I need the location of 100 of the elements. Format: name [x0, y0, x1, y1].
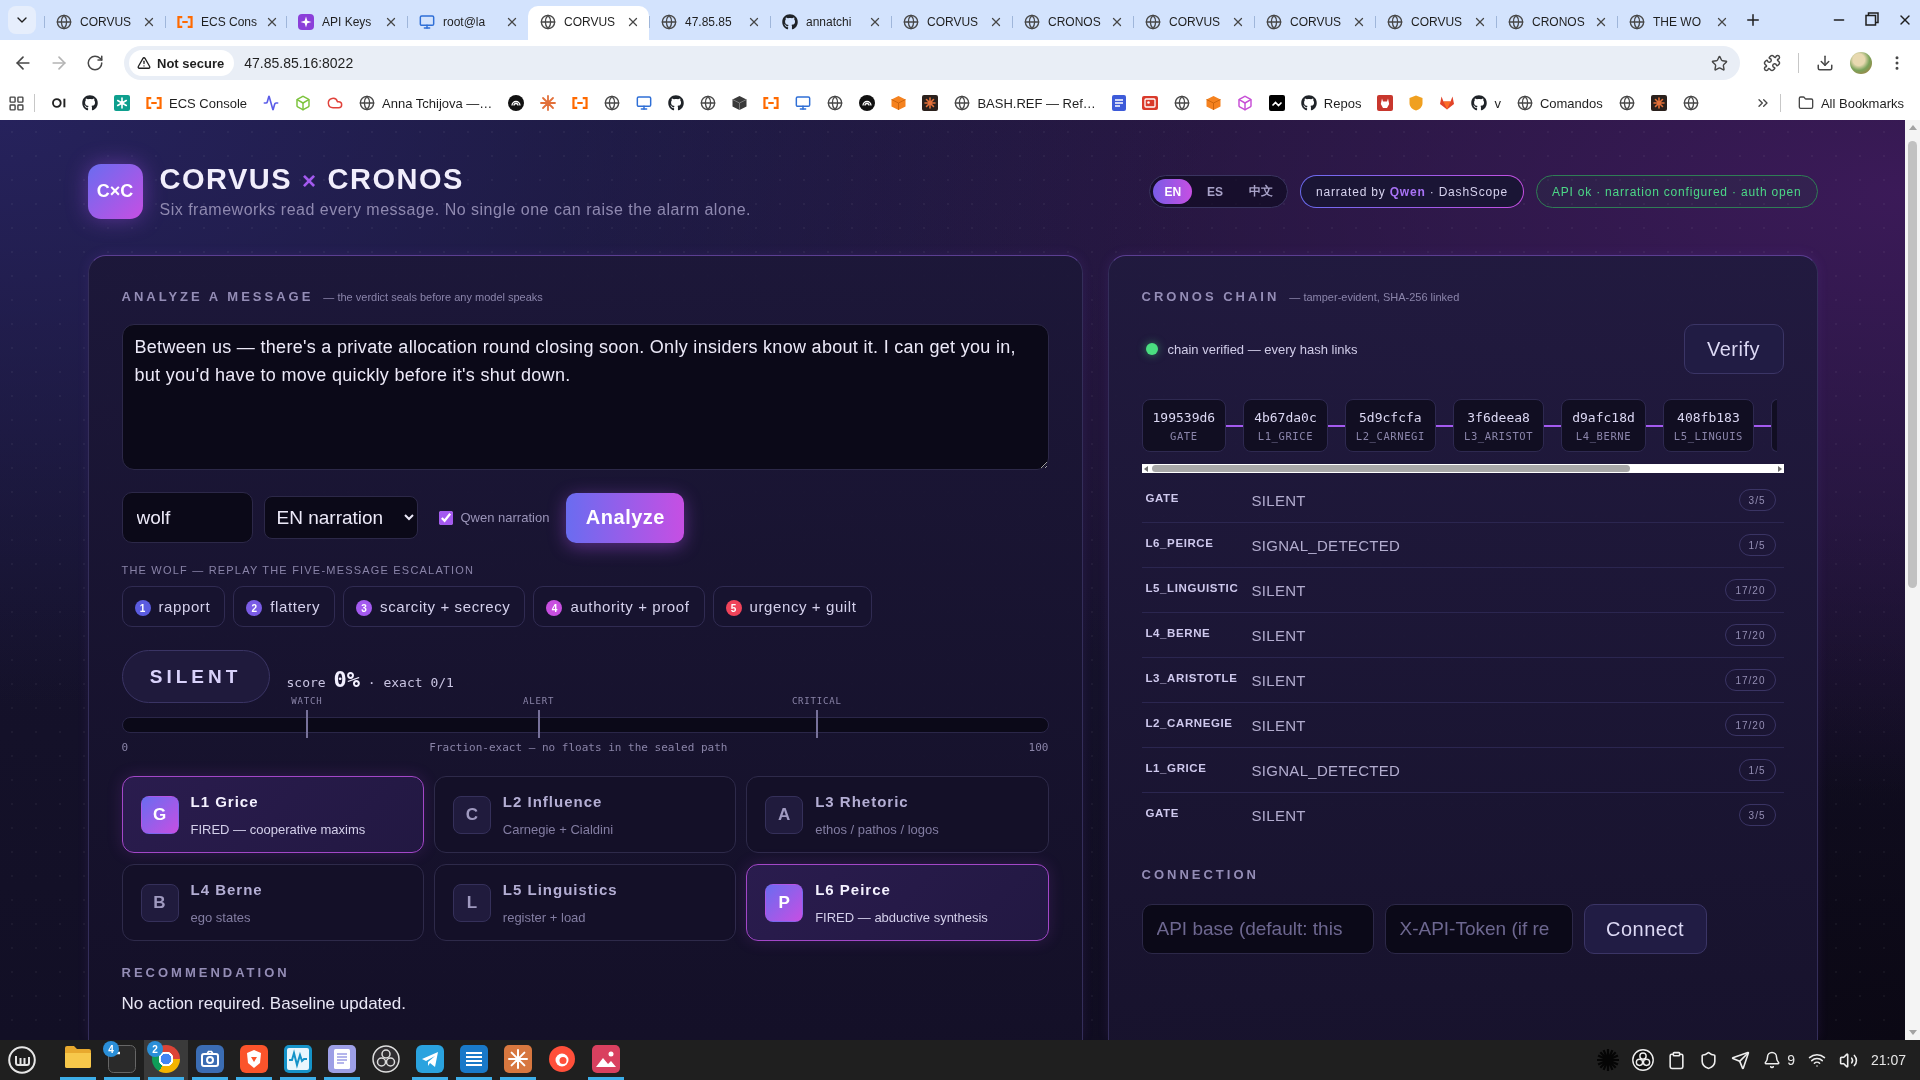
- qwen-narration-checkbox[interactable]: [438, 510, 453, 525]
- browser-tab[interactable]: CRONOS: [1496, 6, 1617, 40]
- github-icon[interactable]: [82, 95, 98, 111]
- connect-button[interactable]: Connect: [1583, 904, 1707, 954]
- download-icon[interactable]: [1816, 54, 1834, 72]
- volume-icon[interactable]: [1838, 1050, 1858, 1070]
- restore-icon[interactable]: [1865, 12, 1879, 26]
- paper-plane-icon[interactable]: [1731, 1050, 1751, 1070]
- checkbox-label: Qwen narration: [460, 510, 550, 525]
- github-icon[interactable]: [668, 95, 685, 111]
- bracket-icon[interactable]: [763, 97, 780, 109]
- section-title: CONNECTION: [1141, 867, 1260, 882]
- browser-tab[interactable]: CORVUS: [528, 6, 649, 40]
- replay-title: THE WOLF — REPLAY THE FIVE-MESSAGE ESCALATION: [121, 564, 476, 576]
- tab-search-button[interactable]: [8, 6, 36, 34]
- layer-verdict: SIGNAL_DETECTED: [1251, 761, 1401, 779]
- block-layer: L4_BERNE: [1575, 429, 1632, 442]
- security-chip[interactable]: Not secure: [129, 50, 235, 76]
- browser-tab[interactable]: API Keys: [286, 6, 407, 40]
- asterisk-tile-icon[interactable]: [1650, 95, 1667, 111]
- shield-icon[interactable]: [1699, 1050, 1719, 1070]
- step-number: 4: [546, 600, 563, 616]
- browser-tab[interactable]: CORVUS: [891, 6, 1012, 40]
- language-tab[interactable]: 中文: [1238, 179, 1285, 204]
- clock: 21:07: [1870, 1052, 1906, 1068]
- browser-tab[interactable]: CORVUS: [1133, 6, 1254, 40]
- browser-tab[interactable]: annatchi: [770, 6, 891, 40]
- verify-button[interactable]: Verify: [1683, 324, 1784, 374]
- bracket-icon[interactable]: [572, 97, 589, 109]
- notification-bell-icon[interactable]: [1763, 1051, 1782, 1069]
- bookmark-link[interactable]: BASH.REF — Ref…: [946, 89, 1104, 117]
- apps-grid-icon[interactable]: [8, 94, 25, 112]
- pulse-icon[interactable]: [263, 95, 280, 111]
- language-tab[interactable]: ES: [1196, 179, 1235, 204]
- cloud-icon[interactable]: [327, 95, 344, 111]
- message-field[interactable]: Between us — there's a private allocation round closing soon. Only insiders know about it. I can get you in, but you'd have to move quickly before it's shut down.: [121, 324, 1049, 470]
- api-token-field[interactable]: X-API-Token (if re: [1384, 904, 1573, 954]
- app-logo: C×C: [87, 164, 143, 219]
- browser-tab[interactable]: THE WO: [1617, 6, 1738, 40]
- persona-field[interactable]: wolf: [121, 492, 253, 543]
- scroll-down-icon: [1908, 1030, 1917, 1035]
- layer-name: GATE: [1145, 492, 1180, 504]
- ring-bar-icon[interactable]: [52, 98, 66, 108]
- scale-max: 100: [1028, 741, 1049, 754]
- document-icon[interactable]: [1111, 95, 1126, 111]
- wifi-icon[interactable]: [1807, 1051, 1826, 1069]
- narration-select[interactable]: EN narration: [263, 496, 418, 539]
- language-tab[interactable]: EN: [1153, 179, 1193, 204]
- layer-name: L2_CARNEGIE: [1145, 717, 1234, 729]
- globe-icon[interactable]: [827, 95, 844, 111]
- bookmark-link[interactable]: Comandos: [1508, 89, 1611, 117]
- browser-tab[interactable]: CORVUS: [1254, 6, 1375, 40]
- layer-verdict: SILENT: [1251, 806, 1306, 824]
- framework-initial: G: [140, 795, 179, 834]
- api-base-field[interactable]: API base (default: this: [1141, 904, 1374, 954]
- browser-tab[interactable]: ECS Cons: [165, 6, 286, 40]
- globe-icon[interactable]: [700, 95, 717, 111]
- bookmark-link[interactable]: ECS Console: [138, 89, 256, 117]
- address-bar[interactable]: Not secure 47.85.85.16:8022: [124, 46, 1740, 80]
- monitor-icon[interactable]: [636, 95, 653, 111]
- starburst-icon[interactable]: [1597, 1049, 1620, 1071]
- replay-step-button[interactable]: 1 rapport: [121, 586, 226, 627]
- globe-icon[interactable]: [1618, 95, 1635, 111]
- browser-tab[interactable]: CORVUS: [1375, 6, 1496, 40]
- analyze-button[interactable]: Analyze: [566, 492, 685, 543]
- fox-head-icon[interactable]: [1439, 96, 1456, 110]
- bookmark-link[interactable]: Anna Tchijova —…: [351, 89, 501, 117]
- reload-icon[interactable]: [86, 54, 104, 72]
- scroll-left-icon: [1143, 465, 1148, 472]
- zigzag-tile-icon[interactable]: [1268, 95, 1285, 111]
- globe-icon[interactable]: [1682, 95, 1699, 111]
- new-tab-icon[interactable]: [1744, 11, 1762, 29]
- bookmark-link[interactable]: Repos: [1292, 89, 1370, 117]
- bookmark-star-icon[interactable]: [1711, 54, 1728, 72]
- replay-step-button[interactable]: 5 urgency + guilt: [712, 586, 872, 627]
- replay-step-button[interactable]: 2 flattery: [233, 586, 336, 627]
- browser-tab[interactable]: root@la: [407, 6, 528, 40]
- asterisk-tile-icon[interactable]: [922, 95, 939, 111]
- signal-circle-icon[interactable]: [859, 95, 876, 111]
- asterisk-icon[interactable]: [540, 95, 557, 111]
- replay-step-button[interactable]: 3 scarcity + secrecy: [343, 586, 526, 627]
- animal-tile-icon[interactable]: [1377, 95, 1394, 111]
- extensions-icon[interactable]: [1763, 54, 1781, 72]
- cube-icon[interactable]: [732, 95, 748, 111]
- signal-circle-icon[interactable]: [508, 95, 525, 111]
- start-menu-icon[interactable]: [8, 1046, 36, 1074]
- avatar-icon[interactable]: [1850, 52, 1872, 74]
- monitor-icon[interactable]: [795, 95, 812, 111]
- asterisk-tile-icon[interactable]: [114, 95, 130, 111]
- browser-tab[interactable]: CORVUS: [44, 6, 165, 40]
- bookmark-folder[interactable]: All Bookmarks: [1789, 89, 1912, 117]
- rings-circle-icon[interactable]: [1632, 1049, 1655, 1071]
- globe-icon[interactable]: [604, 95, 621, 111]
- browser-tab[interactable]: 47.85.85: [649, 6, 770, 40]
- id-card-icon[interactable]: [1141, 96, 1158, 110]
- globe-icon[interactable]: [1173, 95, 1190, 111]
- browser-tab[interactable]: CRONOS: [1012, 6, 1133, 40]
- clipboard-icon[interactable]: [1667, 1050, 1687, 1070]
- bookmark-link[interactable]: v: [1463, 89, 1509, 117]
- replay-step-button[interactable]: 4 authority + proof: [533, 586, 705, 627]
